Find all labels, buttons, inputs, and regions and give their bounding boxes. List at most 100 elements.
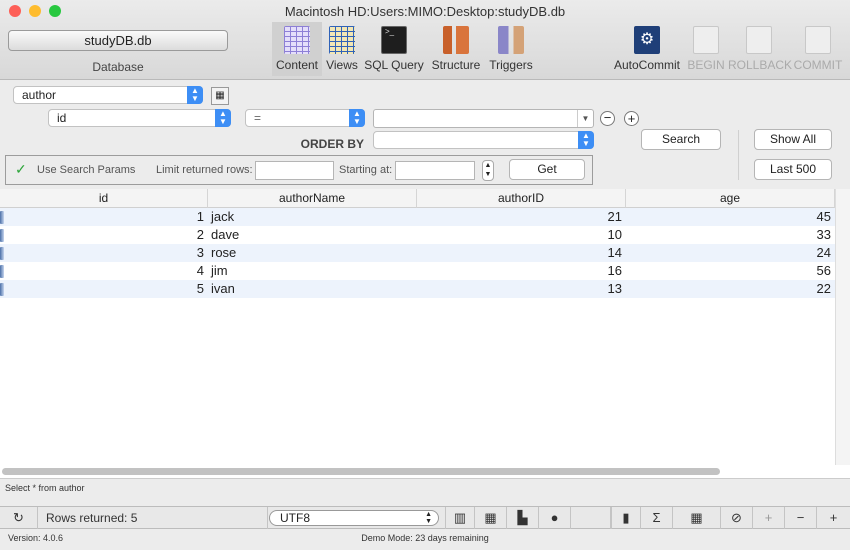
sum-button[interactable]: Σ (641, 507, 673, 529)
database-button[interactable]: studyDB.db (8, 30, 228, 51)
tab-label: Structure (431, 58, 481, 72)
table-cell-age[interactable]: 45 (626, 208, 835, 226)
search-params-box: ✓ Use Search Params Limit returned rows:… (5, 155, 593, 185)
add-criteria-button[interactable]: + (624, 111, 639, 126)
table-cell-authorname[interactable]: rose (211, 244, 417, 262)
begin-label: BEGIN (687, 58, 725, 72)
column-header-authorname[interactable]: authorName (208, 189, 417, 208)
table-cell-authorid[interactable]: 14 (417, 244, 626, 262)
encoding-select[interactable]: UTF8 ▲ ▼ (269, 510, 439, 526)
table-cell-authorname[interactable]: jack (211, 208, 417, 226)
table-cell-id[interactable]: 1 (0, 208, 208, 226)
begin-button[interactable]: BEGIN (684, 22, 728, 76)
limit-label: Limit returned rows: (156, 164, 253, 176)
autocommit-icon: ⚙ (634, 26, 660, 54)
scrollbar-area (0, 466, 850, 478)
chevron-updown-icon: ▲ ▼ (187, 86, 203, 104)
last-500-button[interactable]: Last 500 (754, 159, 832, 180)
table-cell-authorname[interactable]: jim (211, 262, 417, 280)
minus-icon: − (603, 110, 612, 125)
begin-icon (693, 26, 719, 54)
spacer (571, 507, 611, 529)
table-cell-id[interactable]: 2 (0, 226, 208, 244)
get-button[interactable]: Get (509, 159, 585, 180)
order-by-select[interactable]: ▲ ▼ (373, 131, 594, 149)
commit-label: COMMIT (793, 58, 843, 72)
chart-button[interactable]: ▙ (507, 507, 539, 529)
dropdown-arrow-icon[interactable]: ▼ (577, 110, 593, 127)
duplicate-row-button[interactable]: + (753, 507, 785, 529)
rollback-button[interactable]: ROLLBACK (728, 22, 793, 76)
columns-button[interactable]: ▥ (445, 507, 475, 529)
cancel-button[interactable]: ⊘ (721, 507, 753, 529)
add-row-button[interactable]: + (817, 507, 850, 529)
bottom-toolbar: ↻ Rows returned: 5 UTF8 ▲ ▼ ▥ ▦ ▙ ● ▮ Σ ▦ … (0, 506, 850, 529)
table-row[interactable]: 4 jim 16 56 (0, 262, 835, 280)
table-cell-id[interactable]: 4 (0, 262, 208, 280)
table-row[interactable]: 5 ivan 13 22 (0, 280, 835, 298)
table-cell-authorid[interactable]: 21 (417, 208, 626, 226)
table-cell-age[interactable]: 33 (626, 226, 835, 244)
starting-input[interactable] (395, 161, 475, 180)
autocommit-button[interactable]: ⚙ AutoCommit (612, 22, 682, 76)
chart-icon: ▙ (517, 510, 528, 525)
globe-icon: ● (550, 510, 559, 525)
table-cell-authorname[interactable]: ivan (211, 280, 417, 298)
duplicate-icon: + (764, 510, 773, 525)
delete-row-button[interactable]: − (785, 507, 817, 529)
table-cell-authorid[interactable]: 13 (417, 280, 626, 298)
table-cell-authorid[interactable]: 16 (417, 262, 626, 280)
chevron-updown-icon: ▲ ▼ (215, 109, 231, 127)
horizontal-scroll-thumb[interactable] (2, 468, 720, 475)
columns-icon: ▥ (453, 510, 467, 525)
tab-structure[interactable]: Structure (428, 22, 484, 76)
search-button[interactable]: Search (641, 129, 721, 150)
tab-views[interactable]: Views (322, 22, 362, 76)
grid-button[interactable]: ▦ (475, 507, 507, 529)
operator-select[interactable]: = ▲ ▼ (245, 109, 365, 127)
database-label: Database (92, 60, 144, 74)
table-select-value: author (22, 88, 57, 102)
column-select-button[interactable]: ▦ (673, 507, 721, 529)
field-select[interactable]: id ▲ ▼ (48, 109, 231, 127)
table-cell-authorid[interactable]: 10 (417, 226, 626, 244)
clipboard-button[interactable]: ▮ (611, 507, 641, 529)
table-cell-id[interactable]: 3 (0, 244, 208, 262)
clipboard-icon: ▮ (622, 510, 630, 525)
table-row[interactable]: 2 dave 10 33 (0, 226, 835, 244)
remove-criteria-button[interactable]: − (600, 111, 615, 126)
commit-button[interactable]: COMMIT (792, 22, 844, 76)
table-row[interactable]: 1 jack 21 45 (0, 208, 835, 226)
use-search-params-checkbox[interactable]: ✓ (15, 161, 27, 178)
table-row[interactable]: 3 rose 14 24 (0, 244, 835, 262)
column-header-authorid[interactable]: authorID (417, 189, 626, 208)
tab-label: SQL Query (364, 58, 424, 72)
search-value-combo[interactable]: ▼ (373, 109, 594, 128)
tab-triggers[interactable]: Triggers (486, 22, 536, 76)
web-button[interactable]: ● (539, 507, 571, 529)
tab-content[interactable]: Content (272, 22, 322, 76)
table-cell-id[interactable]: 5 (0, 280, 208, 298)
column-header-id[interactable]: id (0, 189, 208, 208)
refresh-button[interactable]: ↻ (0, 507, 38, 529)
rollback-label: ROLLBACK (728, 58, 793, 72)
starting-label: Starting at: (339, 164, 393, 176)
tab-sql-query[interactable]: >_ SQL Query (362, 22, 426, 76)
column-header-age[interactable]: age (626, 189, 835, 208)
table-select[interactable]: author ▲ ▼ (13, 86, 203, 104)
title-bar: Macintosh HD:Users:MIMO:Desktop:studyDB.… (0, 0, 850, 80)
table-cell-authorname[interactable]: dave (211, 226, 417, 244)
results-table: id authorName authorID age 1 jack 21 45 2 dav… (0, 189, 835, 473)
column-pointer-icon: ▦ (690, 510, 703, 525)
table-cell-age[interactable]: 22 (626, 280, 835, 298)
limit-input[interactable] (255, 161, 334, 180)
use-search-params-label: Use Search Params (37, 164, 136, 176)
table-cell-age[interactable]: 24 (626, 244, 835, 262)
starting-stepper[interactable]: ▲ ▼ (482, 160, 494, 181)
vertical-scrollbar[interactable] (835, 189, 850, 465)
table-cell-age[interactable]: 56 (626, 262, 835, 280)
views-grid-icon (329, 26, 355, 54)
chevron-updown-icon: ▲ ▼ (425, 511, 432, 525)
table-info-button[interactable]: ▦ (211, 87, 229, 105)
show-all-button[interactable]: Show All (754, 129, 832, 150)
